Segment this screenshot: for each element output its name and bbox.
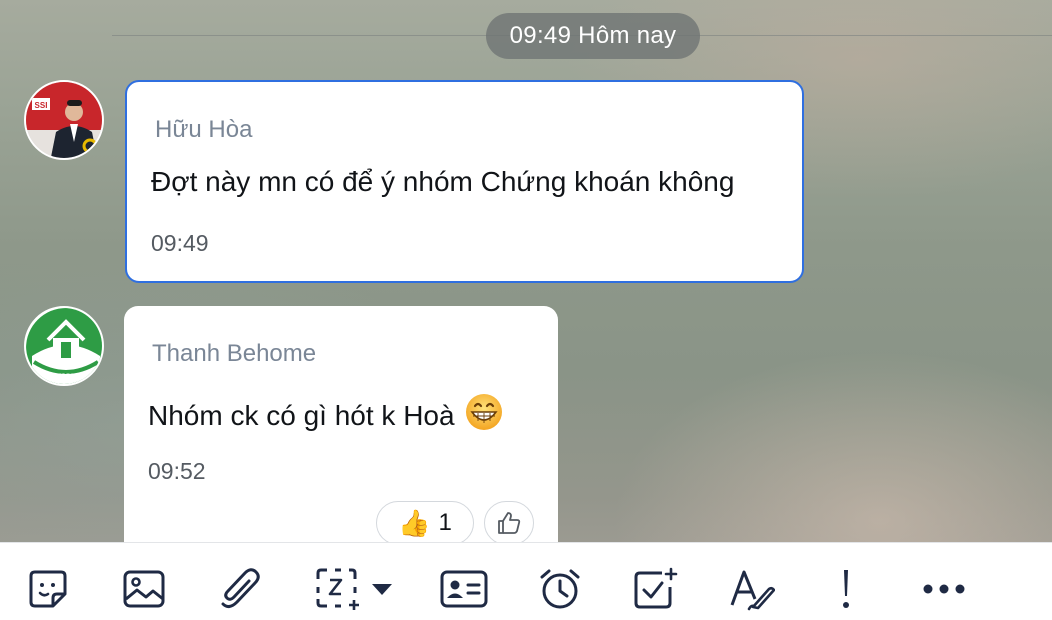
react-like-button[interactable] [484, 501, 534, 545]
message-bubble[interactable]: Hữu Hòa Đợt này mn có để ý nhóm Chứng kh… [125, 80, 804, 283]
mark-important-button[interactable] [836, 567, 856, 611]
important-icon [843, 570, 849, 608]
avatar-behome-caption: BEHOME [48, 372, 84, 381]
attachment-icon [221, 568, 260, 609]
image-button[interactable] [121, 567, 167, 611]
attach-file-button[interactable] [218, 567, 262, 611]
chevron-down-icon [372, 584, 392, 595]
task-button[interactable] [631, 567, 679, 611]
screenshot-icon [316, 568, 359, 610]
text-format-button[interactable] [728, 567, 776, 611]
more-icon [923, 584, 965, 594]
task-icon [634, 567, 678, 609]
reminder-button[interactable] [537, 567, 583, 611]
text-format-icon [730, 570, 775, 611]
reaction-summary[interactable]: 👍 1 [376, 501, 474, 545]
sticker-icon [29, 570, 67, 608]
time-divider-label: 09:49 Hôm nay [486, 13, 700, 59]
avatar-huu-hoa[interactable]: SSI [24, 80, 104, 160]
message-text: Đợt này mn có để ý nhóm Chứng khoán khôn… [151, 166, 735, 197]
message-time: 09:49 [151, 230, 209, 256]
business-card-button[interactable] [438, 567, 490, 611]
screenshot-button[interactable] [312, 567, 396, 611]
business-card-icon [440, 570, 488, 608]
sticker-button[interactable] [26, 567, 70, 611]
message-text: Nhóm ck có gì hót k Hoà [148, 392, 504, 432]
grinning-emoji-icon [466, 394, 503, 430]
more-options-button[interactable] [920, 567, 968, 611]
sender-name: Hữu Hòa [155, 116, 253, 143]
avatar-ssi-badge: SSI [35, 101, 48, 110]
message-bubble[interactable]: Thanh Behome Nhóm ck có gì hót k Hoà 09:… [124, 306, 558, 566]
image-icon [123, 570, 165, 608]
message-time: 09:52 [148, 458, 206, 484]
sender-name: Thanh Behome [152, 340, 317, 367]
thumbs-up-emoji-icon: 👍 [398, 508, 431, 538]
message-text-content: Nhóm ck có gì hót k Hoà [148, 400, 455, 431]
avatar-thanh-behome[interactable]: BEHOME [24, 306, 104, 386]
reaction-count: 1 [438, 509, 452, 536]
reminder-clock-icon [540, 569, 580, 609]
composer-toolbar [0, 542, 1052, 620]
thumbs-up-outline-icon [498, 512, 521, 534]
